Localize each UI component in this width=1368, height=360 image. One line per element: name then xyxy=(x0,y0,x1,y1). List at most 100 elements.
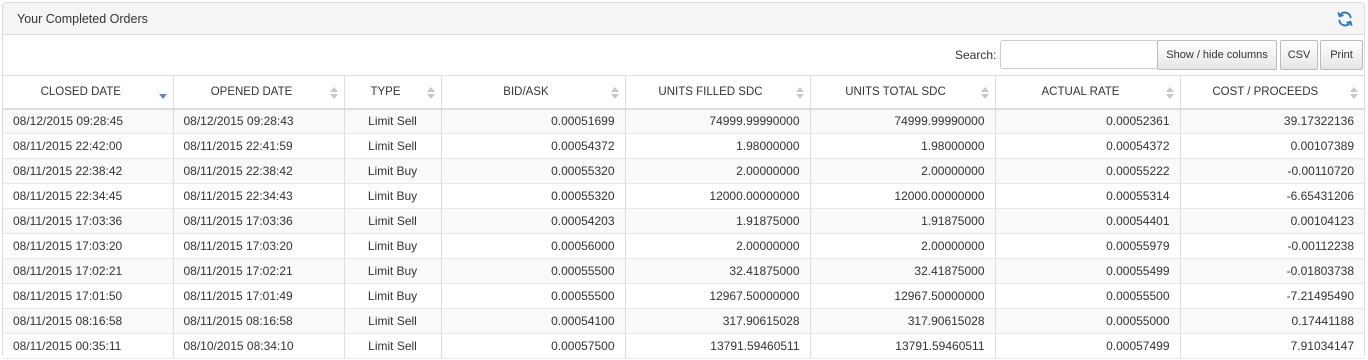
sort-both-icon xyxy=(426,87,435,99)
cell-actual-rate: 0.00055500 xyxy=(995,283,1181,309)
table-row[interactable]: 08/11/2015 22:42:00 08/11/2015 22:41:59 Li… xyxy=(3,133,1364,159)
column-header-label: TYPE xyxy=(370,85,401,98)
column-header-label: ACTUAL RATE xyxy=(1041,85,1120,98)
cell-cost-proceeds: 0.00107389 xyxy=(1180,133,1364,159)
column-header-type[interactable]: TYPE xyxy=(344,75,442,110)
completed-orders-panel: Your Completed Orders Search: Show / hid… xyxy=(2,2,1365,359)
cell-closed-date: 08/12/2015 09:28:45 xyxy=(3,108,174,134)
cell-units-total-sdc: 1.91875000 xyxy=(810,208,996,234)
cell-bid-ask: 0.00056000 xyxy=(441,233,626,259)
column-header-label: OPENED DATE xyxy=(210,85,293,98)
table-row[interactable]: 08/11/2015 22:34:45 08/11/2015 22:34:43 Li… xyxy=(3,183,1364,209)
column-header-bid-ask[interactable]: BID/ASK xyxy=(441,75,626,110)
sort-both-icon xyxy=(1165,87,1174,99)
sort-both-icon xyxy=(329,87,338,99)
cell-bid-ask: 0.00054100 xyxy=(441,308,626,334)
cell-opened-date: 08/11/2015 08:16:58 xyxy=(173,308,345,334)
cell-bid-ask: 0.00051699 xyxy=(441,108,626,134)
column-header-label: BID/ASK xyxy=(503,85,549,98)
refresh-icon[interactable] xyxy=(1336,10,1354,28)
table-row[interactable]: 08/11/2015 17:02:21 08/11/2015 17:02:21 Li… xyxy=(3,258,1364,284)
cell-bid-ask: 0.00057500 xyxy=(441,333,626,359)
table-body: 08/12/2015 09:28:45 08/12/2015 09:28:43 Li… xyxy=(3,108,1364,359)
table-toolbar: Search: Show / hide columns CSV Print xyxy=(3,35,1364,73)
cell-units-total-sdc: 12000.00000000 xyxy=(810,183,996,209)
cell-units-filled-sdc: 317.90615028 xyxy=(625,308,811,334)
cell-bid-ask: 0.00055320 xyxy=(441,183,626,209)
cell-units-filled-sdc: 2.00000000 xyxy=(625,158,811,184)
cell-actual-rate: 0.00055499 xyxy=(995,258,1181,284)
cell-type: Limit Sell xyxy=(344,308,442,334)
search-input[interactable] xyxy=(1000,40,1158,69)
cell-units-total-sdc: 32.41875000 xyxy=(810,258,996,284)
cell-opened-date: 08/11/2015 17:02:21 xyxy=(173,258,345,284)
table-row[interactable]: 08/11/2015 17:03:20 08/11/2015 17:03:20 Li… xyxy=(3,233,1364,259)
sort-both-icon xyxy=(980,87,989,99)
cell-closed-date: 08/11/2015 17:01:50 xyxy=(3,283,174,309)
table-header-row: CLOSED DATE OPENED DATE TYPE BID/ASK UNITS F… xyxy=(3,75,1364,110)
column-header-label: UNITS FILLED SDC xyxy=(658,85,763,98)
cell-opened-date: 08/12/2015 09:28:43 xyxy=(173,108,345,134)
cell-units-filled-sdc: 2.00000000 xyxy=(625,233,811,259)
column-header-units-filled-sdc[interactable]: UNITS FILLED SDC xyxy=(625,75,811,110)
column-header-opened-date[interactable]: OPENED DATE xyxy=(173,75,345,110)
cell-opened-date: 08/11/2015 22:34:43 xyxy=(173,183,345,209)
show-hide-columns-button[interactable]: Show / hide columns xyxy=(1157,40,1277,70)
csv-export-button[interactable]: CSV xyxy=(1280,40,1318,70)
cell-units-total-sdc: 74999.99990000 xyxy=(810,108,996,134)
cell-bid-ask: 0.00054372 xyxy=(441,133,626,159)
cell-type: Limit Buy xyxy=(344,233,442,259)
column-header-cost-proceeds[interactable]: COST / PROCEEDS xyxy=(1180,75,1364,110)
cell-cost-proceeds: -6.65431206 xyxy=(1180,183,1364,209)
table-row[interactable]: 08/11/2015 08:16:58 08/11/2015 08:16:58 Li… xyxy=(3,308,1364,334)
cell-type: Limit Buy xyxy=(344,183,442,209)
column-header-label: UNITS TOTAL SDC xyxy=(845,85,946,98)
table-row[interactable]: 08/11/2015 17:03:36 08/11/2015 17:03:36 Li… xyxy=(3,208,1364,234)
sort-both-icon xyxy=(795,87,804,99)
completed-orders-table: CLOSED DATE OPENED DATE TYPE BID/ASK UNITS F… xyxy=(3,75,1364,359)
cell-units-filled-sdc: 13791.59460511 xyxy=(625,333,811,359)
column-header-units-total-sdc[interactable]: UNITS TOTAL SDC xyxy=(810,75,996,110)
cell-units-total-sdc: 12967.50000000 xyxy=(810,283,996,309)
cell-type: Limit Buy xyxy=(344,158,442,184)
cell-cost-proceeds: 0.00104123 xyxy=(1180,208,1364,234)
cell-actual-rate: 0.00055979 xyxy=(995,233,1181,259)
cell-units-total-sdc: 2.00000000 xyxy=(810,233,996,259)
cell-units-filled-sdc: 32.41875000 xyxy=(625,258,811,284)
cell-bid-ask: 0.00054203 xyxy=(441,208,626,234)
cell-closed-date: 08/11/2015 22:42:00 xyxy=(3,133,174,159)
cell-closed-date: 08/11/2015 17:03:20 xyxy=(3,233,174,259)
cell-type: Limit Sell xyxy=(344,108,442,134)
cell-actual-rate: 0.00055000 xyxy=(995,308,1181,334)
cell-closed-date: 08/11/2015 08:16:58 xyxy=(3,308,174,334)
cell-units-filled-sdc: 12967.50000000 xyxy=(625,283,811,309)
cell-bid-ask: 0.00055320 xyxy=(441,158,626,184)
sort-both-icon xyxy=(1350,87,1358,99)
print-button[interactable]: Print xyxy=(1320,40,1363,70)
search-label: Search: xyxy=(955,48,997,62)
table-row[interactable]: 08/11/2015 17:01:50 08/11/2015 17:01:49 Li… xyxy=(3,283,1364,309)
cell-units-filled-sdc: 12000.00000000 xyxy=(625,183,811,209)
cell-opened-date: 08/11/2015 22:38:42 xyxy=(173,158,345,184)
cell-units-total-sdc: 13791.59460511 xyxy=(810,333,996,359)
cell-units-total-sdc: 1.98000000 xyxy=(810,133,996,159)
cell-cost-proceeds: -0.00112238 xyxy=(1180,233,1364,259)
cell-type: Limit Sell xyxy=(344,208,442,234)
cell-units-filled-sdc: 1.98000000 xyxy=(625,133,811,159)
cell-actual-rate: 0.00055314 xyxy=(995,183,1181,209)
table-row[interactable]: 08/11/2015 00:35:11 08/10/2015 08:34:10 Li… xyxy=(3,333,1364,359)
column-header-actual-rate[interactable]: ACTUAL RATE xyxy=(995,75,1181,110)
cell-opened-date: 08/11/2015 17:03:36 xyxy=(173,208,345,234)
panel-title: Your Completed Orders xyxy=(17,12,148,26)
column-header-closed-date[interactable]: CLOSED DATE xyxy=(3,75,174,110)
cell-type: Limit Sell xyxy=(344,333,442,359)
cell-type: Limit Sell xyxy=(344,133,442,159)
table-row[interactable]: 08/11/2015 22:38:42 08/11/2015 22:38:42 Li… xyxy=(3,158,1364,184)
cell-type: Limit Buy xyxy=(344,258,442,284)
table-row[interactable]: 08/12/2015 09:28:45 08/12/2015 09:28:43 Li… xyxy=(3,108,1364,134)
cell-closed-date: 08/11/2015 17:03:36 xyxy=(3,208,174,234)
cell-cost-proceeds: 0.17441188 xyxy=(1180,308,1364,334)
cell-closed-date: 08/11/2015 17:02:21 xyxy=(3,258,174,284)
cell-bid-ask: 0.00055500 xyxy=(441,283,626,309)
cell-type: Limit Buy xyxy=(344,283,442,309)
